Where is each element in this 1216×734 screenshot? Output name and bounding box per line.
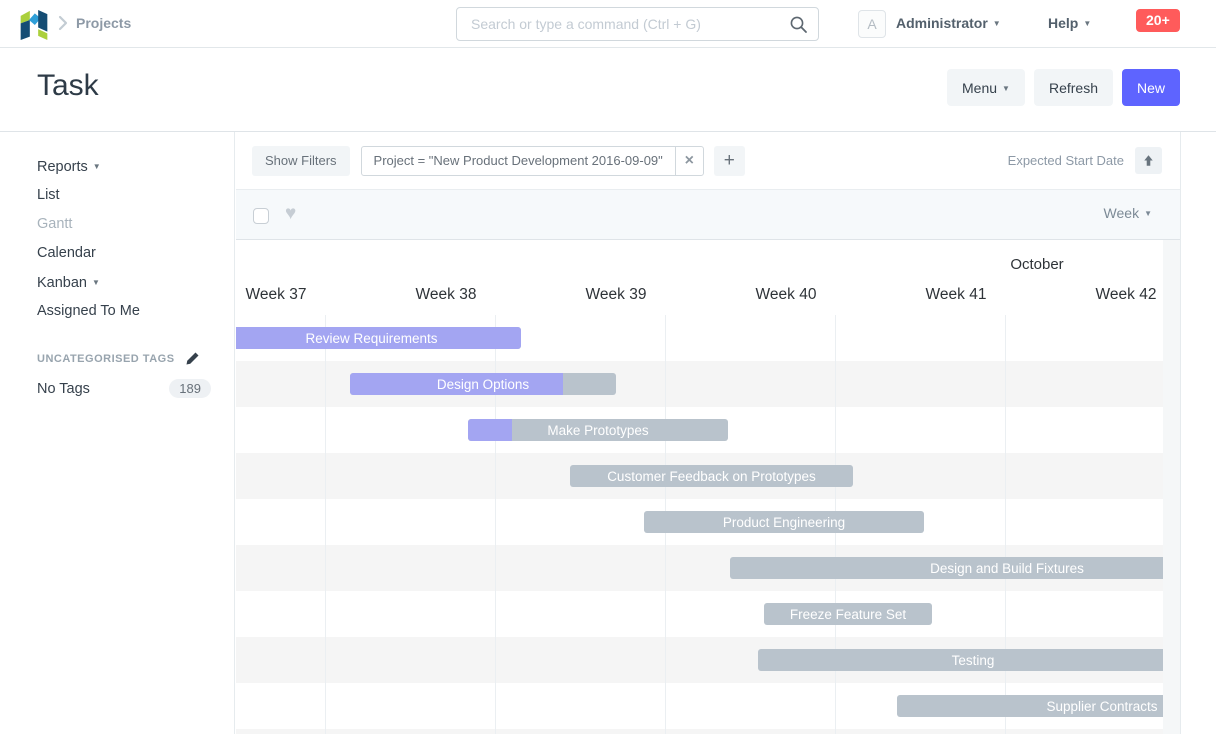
sort-ascending-arrow-icon [1142,154,1155,167]
add-filter-button[interactable]: + [714,146,745,176]
tag-count-badge: 189 [169,379,211,398]
gantt-bar-label: Design and Build Fixtures [730,557,1163,579]
sort-area: Expected Start Date [1008,147,1162,174]
gantt-toolbar: ♥ Week ▼ [236,190,1180,240]
sort-direction-button[interactable] [1135,147,1162,174]
sidebar-nav: Reports▼ListGanttCalendarKanban▼Assigned… [37,152,219,326]
gantt-row [236,729,1163,734]
gantt-bar-label: Supplier Contracts [897,695,1163,717]
page-head: Task Menu ▼ Refresh New [0,48,1216,132]
chevron-down-icon: ▼ [993,19,1001,28]
gantt-bar-label: Testing [758,649,1163,671]
gantt-bar-make-prototypes[interactable]: Make Prototypes [468,419,728,441]
gantt-gridline [1005,315,1006,734]
gantt-bar-design-and-build-fixtures[interactable]: Design and Build Fixtures [730,557,1163,579]
edit-pencil-icon[interactable] [185,351,200,366]
chevron-down-icon: ▼ [1144,209,1152,218]
new-button[interactable]: New [1122,69,1180,106]
global-search [456,7,819,41]
gantt-week-label: Week 40 [731,286,841,304]
search-icon[interactable] [789,15,808,34]
erpnext-logo[interactable] [19,8,49,42]
gantt-range-label: Week [1104,205,1140,221]
gantt-week-label: Week 38 [391,286,501,304]
gantt-week-label: Week 41 [901,286,1011,304]
sidebar-item-gantt[interactable]: Gantt [37,210,219,239]
favourite-heart-icon[interactable]: ♥ [285,203,296,225]
gantt-bar-label: Review Requirements [236,327,521,349]
notifications-badge[interactable]: 20+ [1136,9,1180,32]
gantt-bar-review-requirements[interactable]: Review Requirements [236,327,521,349]
search-input[interactable] [457,8,818,40]
tags-heading: UNCATEGORISED TAGS [37,353,175,365]
breadcrumb-chevron-icon [58,15,68,31]
user-menu-label: Administrator [896,15,988,31]
refresh-button[interactable]: Refresh [1034,69,1113,106]
gantt-header: October Week 37 Week 38 Week 39 Week 40 Week … [236,240,1163,315]
gantt-week-label: Week 37 [236,286,331,304]
filter-bar: Show Filters Project = "New Product Deve… [236,132,1180,190]
chevron-down-icon: ▼ [1083,19,1091,28]
gantt-week-label: Week 39 [561,286,671,304]
sidebar-item-list[interactable]: List [37,181,219,210]
gantt-grid: Review Requirements Design Options Make Pr… [236,315,1163,734]
app-window: Projects A Administrator ▼ Help ▼ 20+ Task… [0,0,1216,734]
gantt-bar-label: Product Engineering [644,511,924,533]
help-menu-label: Help [1048,15,1078,31]
gantt-viewport[interactable]: October Week 37 Week 38 Week 39 Week 40 Week … [236,240,1163,734]
page-actions: Menu ▼ Refresh New [947,69,1180,106]
gantt-gridline [325,315,326,734]
tag-filter-label: No Tags [37,381,90,397]
sidebar-item-calendar[interactable]: Calendar [37,239,219,268]
sidebar-item-assigned-to-me[interactable]: Assigned To Me [37,297,219,326]
list-sidebar: Reports▼ListGanttCalendarKanban▼Assigned… [0,132,235,734]
breadcrumb[interactable]: Projects [76,15,131,31]
gantt-bar-label: Freeze Feature Set [764,603,932,625]
gantt-bar-design-options[interactable]: Design Options [350,373,616,395]
help-menu[interactable]: Help ▼ [1048,15,1091,31]
top-navbar: Projects A Administrator ▼ Help ▼ 20+ [0,0,1216,48]
gantt-bar-supplier-contracts[interactable]: Supplier Contracts [897,695,1163,717]
sort-field-label[interactable]: Expected Start Date [1008,153,1124,168]
gantt-bar-label: Design Options [350,373,616,395]
gantt-row [236,591,1163,637]
user-menu[interactable]: Administrator ▼ [896,15,1001,31]
menu-button[interactable]: Menu ▼ [947,69,1025,106]
chevron-down-icon: ▼ [92,268,100,297]
content-right-border [1180,132,1181,734]
gantt-bar-product-engineering[interactable]: Product Engineering [644,511,924,533]
menu-button-label: Menu [962,80,997,96]
gantt-area: October Week 37 Week 38 Week 39 Week 40 Week … [236,240,1180,734]
show-filters-button[interactable]: Show Filters [252,146,350,176]
remove-filter-icon[interactable]: × [675,147,703,175]
gantt-month-label: October [967,256,1107,273]
page-title: Task [37,69,99,103]
gantt-bar-customer-feedback-on-prototypes[interactable]: Customer Feedback on Prototypes [570,465,853,487]
active-filter-pill[interactable]: Project = "New Product Development 2016-… [361,146,704,176]
gantt-bar-label: Make Prototypes [468,419,728,441]
avatar[interactable]: A [858,10,886,38]
active-filter-text: Project = "New Product Development 2016-… [362,153,675,168]
sidebar-item-reports[interactable]: Reports▼ [37,152,219,181]
gantt-bar-label: Customer Feedback on Prototypes [570,465,853,487]
tag-filter-row[interactable]: No Tags 189 [37,379,219,398]
gantt-bar-testing[interactable]: Testing [758,649,1163,671]
gantt-range-select[interactable]: Week ▼ [1104,205,1152,221]
select-all-checkbox[interactable] [253,208,269,224]
sidebar-item-kanban[interactable]: Kanban▼ [37,268,219,297]
gantt-bar-freeze-feature-set[interactable]: Freeze Feature Set [764,603,932,625]
chevron-down-icon: ▼ [93,152,101,181]
chevron-down-icon: ▼ [1002,84,1010,93]
tags-section-header: UNCATEGORISED TAGS [37,351,219,366]
gantt-week-label: Week 42 [1071,286,1163,304]
